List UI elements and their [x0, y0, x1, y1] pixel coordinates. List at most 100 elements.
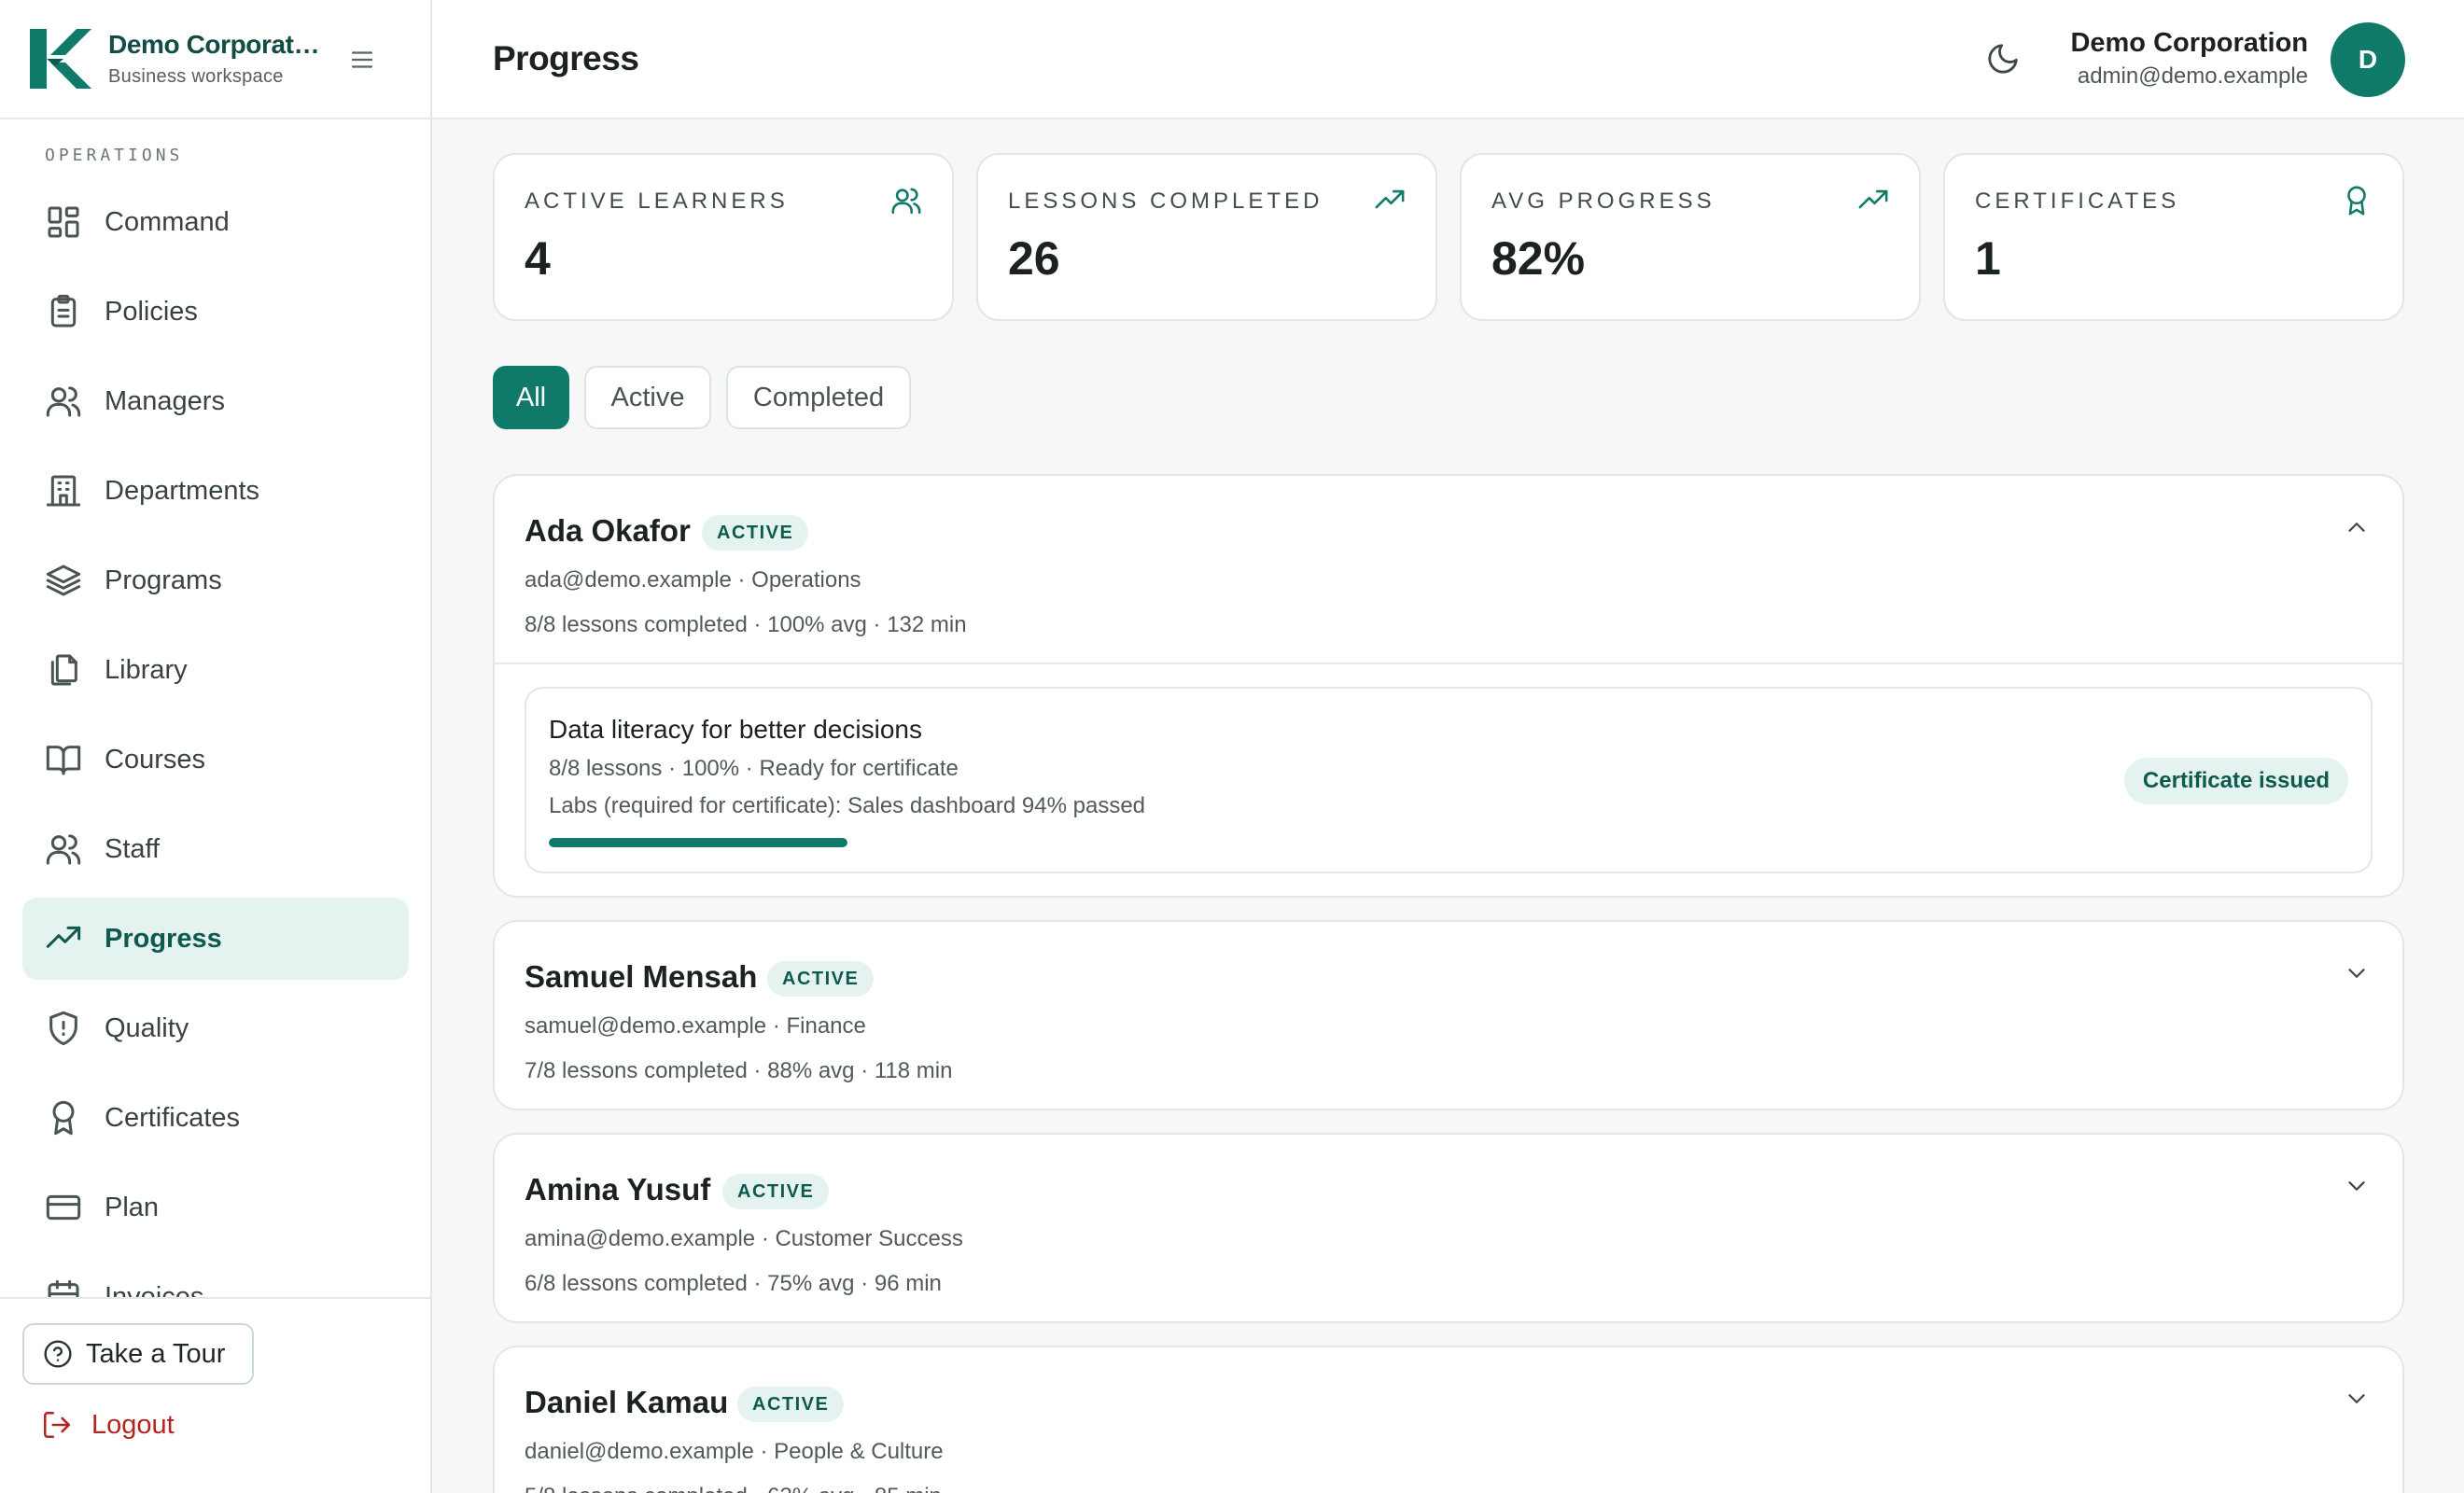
learner-stats: 5/8 lessons completed · 63% avg · 85 min — [525, 1484, 942, 1493]
sidebar-item-label: Library — [105, 654, 188, 685]
learner-name: Ada Okafor — [525, 513, 691, 548]
filter-completed[interactable]: Completed — [726, 366, 911, 429]
stat-card-active-learners: ACTIVE LEARNERS 4 — [493, 153, 954, 321]
sidebar-item-managers[interactable]: Managers — [22, 360, 409, 442]
chevron-down-icon[interactable] — [2343, 1172, 2371, 1200]
filter-all[interactable]: All — [493, 366, 569, 429]
learner-card-header[interactable]: Amina Yusuf ACTIVE amina@demo.example · … — [495, 1135, 2402, 1321]
take-tour-button[interactable]: Take a Tour — [22, 1323, 254, 1385]
sidebar: Demo Corporation Business workspace OPER… — [0, 0, 432, 1493]
course-meta: 8/8 lessons · 100% · Ready for certifica… — [549, 756, 959, 781]
sidebar-item-policies[interactable]: Policies — [22, 271, 409, 353]
sidebar-nav: Command Policies Managers Departments Pr… — [22, 181, 409, 1297]
award-icon — [2347, 186, 2366, 216]
sidebar-item-label: Managers — [105, 385, 225, 416]
stat-label: AVG PROGRESS — [1491, 188, 1715, 214]
learner-name: Daniel Kamau — [525, 1385, 729, 1419]
page-title: Progress — [493, 39, 639, 77]
learner-card: Amina Yusuf ACTIVE amina@demo.example · … — [493, 1133, 2404, 1323]
status-badge: ACTIVE — [737, 1387, 845, 1422]
chevron-down-icon[interactable] — [2343, 959, 2371, 987]
logout-button[interactable]: Logout — [41, 1409, 175, 1441]
stat-card-lessons-completed: LESSONS COMPLETED 26 — [976, 153, 1437, 321]
sidebar-item-label: Plan — [105, 1192, 160, 1222]
clipboard-icon — [50, 294, 77, 328]
learner-stats: 7/8 lessons completed · 88% avg · 118 mi… — [525, 1058, 953, 1083]
sidebar-item-invoices[interactable]: Invoices — [22, 1256, 409, 1297]
stat-label: ACTIVE LEARNERS — [525, 188, 789, 214]
stat-value: 26 — [1008, 232, 1060, 285]
chevron-down-icon[interactable] — [2343, 1385, 2371, 1413]
trending-up-icon — [1375, 189, 1405, 209]
status-badge: ACTIVE — [702, 515, 809, 551]
users-icon — [891, 188, 921, 215]
shield-icon — [49, 1011, 77, 1046]
award-icon — [52, 1100, 75, 1136]
sidebar-item-library[interactable]: Library — [22, 629, 409, 711]
menu-icon[interactable] — [348, 46, 376, 74]
take-tour-label: Take a Tour — [86, 1338, 226, 1369]
users-icon — [46, 834, 81, 865]
learner-card: Samuel Mensah ACTIVE samuel@demo.example… — [493, 920, 2404, 1110]
receipt-icon — [48, 1279, 79, 1297]
sidebar-item-label: Invoices — [105, 1281, 204, 1298]
stat-value: 1 — [1975, 232, 2001, 285]
learner-card-body: Data literacy for better decisions 8/8 l… — [495, 663, 2402, 896]
sidebar-item-label: Departments — [105, 475, 260, 506]
learner-stats: 8/8 lessons completed · 100% avg · 132 m… — [525, 612, 967, 637]
stat-label: CERTIFICATES — [1975, 188, 2180, 214]
building-icon — [46, 475, 81, 507]
sidebar-item-certificates[interactable]: Certificates — [22, 1077, 409, 1159]
nav-section-label: OPERATIONS — [45, 146, 184, 165]
stat-value: 4 — [525, 232, 551, 285]
sidebar-item-quality[interactable]: Quality — [22, 987, 409, 1069]
sidebar-item-staff[interactable]: Staff — [22, 808, 409, 890]
sidebar-item-label: Staff — [105, 833, 161, 864]
learner-card: Ada Okafor ACTIVE ada@demo.example · Ope… — [493, 474, 2404, 898]
course-item: Data literacy for better decisions 8/8 l… — [525, 687, 2373, 873]
sidebar-footer: Take a Tour Logout — [0, 1297, 430, 1493]
brand-logo-icon — [30, 29, 91, 89]
sidebar-item-command[interactable]: Command — [22, 181, 409, 263]
course-progress-bar — [549, 838, 847, 847]
brand-header: Demo Corporation Business workspace — [0, 0, 430, 119]
certificate-status-badge: Certificate issued — [2123, 758, 2348, 804]
learner-meta: daniel@demo.example · People & Culture — [525, 1439, 944, 1464]
stat-card-certificates: CERTIFICATES 1 — [1943, 153, 2404, 321]
sidebar-item-label: Policies — [105, 296, 198, 327]
dashboard-icon — [48, 206, 79, 238]
sidebar-item-departments[interactable]: Departments — [22, 450, 409, 532]
trending-up-icon — [46, 926, 81, 948]
learner-name: Samuel Mensah — [525, 959, 758, 994]
stat-card-avg-progress: AVG PROGRESS 82% — [1460, 153, 1921, 321]
learner-card-header[interactable]: Samuel Mensah ACTIVE samuel@demo.example… — [495, 922, 2402, 1109]
book-icon — [46, 746, 81, 775]
moon-icon[interactable] — [1985, 41, 2021, 77]
sidebar-item-label: Progress — [105, 923, 222, 954]
filter-active[interactable]: Active — [584, 366, 711, 429]
learner-card-header[interactable]: Daniel Kamau ACTIVE daniel@demo.example … — [495, 1347, 2402, 1493]
trending-up-icon — [1858, 189, 1888, 209]
learner-meta: samuel@demo.example · Finance — [525, 1013, 866, 1039]
stat-label: LESSONS COMPLETED — [1008, 188, 1323, 214]
learner-meta: amina@demo.example · Customer Success — [525, 1226, 963, 1251]
layers-icon — [46, 565, 81, 596]
stat-value: 82% — [1491, 232, 1586, 285]
sidebar-item-progress[interactable]: Progress — [22, 898, 409, 980]
avatar[interactable]: D — [2331, 22, 2405, 97]
course-progress-fill — [549, 838, 847, 847]
sidebar-item-courses[interactable]: Courses — [22, 719, 409, 801]
brand-subtitle: Business workspace — [108, 66, 284, 87]
learner-card-header[interactable]: Ada Okafor ACTIVE ada@demo.example · Ope… — [495, 476, 2402, 663]
logout-icon — [43, 1411, 71, 1439]
sidebar-item-programs[interactable]: Programs — [22, 539, 409, 621]
status-badge: ACTIVE — [767, 961, 875, 997]
sidebar-item-plan[interactable]: Plan — [22, 1166, 409, 1249]
users-icon — [46, 386, 81, 417]
brand-name: Demo Corporation — [108, 30, 323, 59]
sidebar-item-label: Programs — [105, 565, 222, 595]
learner-meta: ada@demo.example · Operations — [525, 567, 861, 593]
user-email: admin@demo.example — [2077, 63, 2308, 89]
sidebar-item-label: Command — [105, 206, 230, 237]
chevron-up-icon[interactable] — [2343, 513, 2371, 541]
